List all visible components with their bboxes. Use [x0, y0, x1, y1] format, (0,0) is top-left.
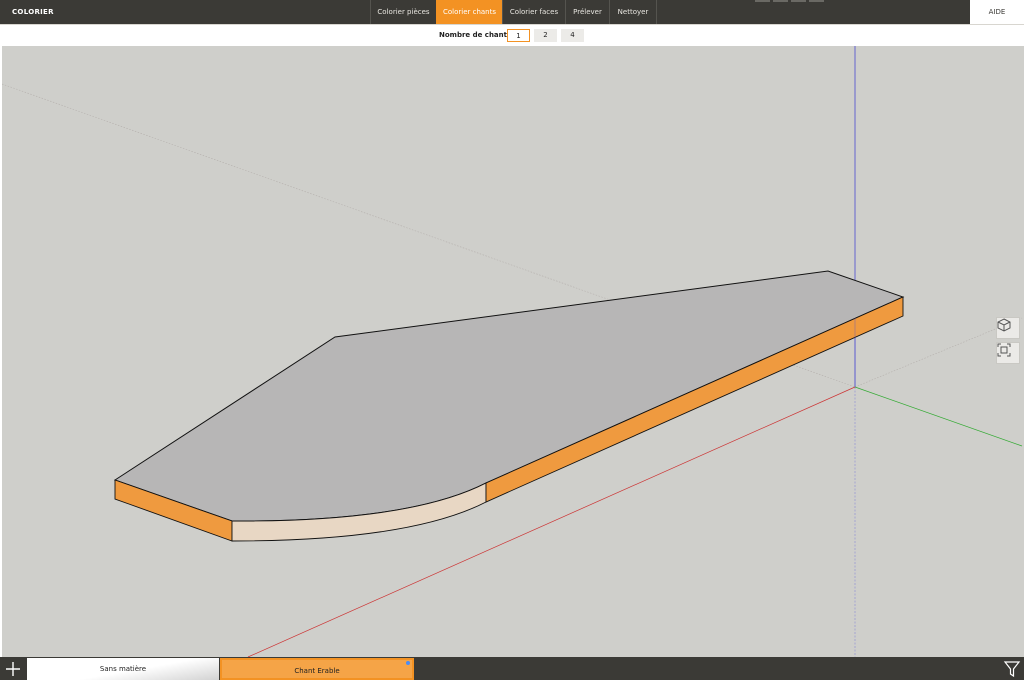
- window-controls: [755, 0, 824, 2]
- 3d-viewport[interactable]: [2, 46, 1024, 657]
- zoom-extents-button[interactable]: [996, 342, 1020, 364]
- material-swatch-sans-matiere[interactable]: Sans matière: [27, 658, 219, 680]
- tab-colorier-chants[interactable]: Colorier chants: [436, 0, 502, 24]
- app-title: COLORIER: [12, 8, 54, 16]
- material-label: Sans matière: [99, 665, 147, 673]
- selected-indicator: [406, 661, 410, 665]
- zoom-extents-icon: [997, 343, 1011, 357]
- edge-count-selector: Nombre de chants 1 2 4: [0, 25, 1024, 46]
- top-toolbar: COLORIER Colorier pièces Colorier chants…: [0, 0, 970, 24]
- tab-nettoyer[interactable]: Nettoyer: [609, 0, 657, 24]
- help-button[interactable]: AIDE: [970, 0, 1024, 24]
- edge-count-option-4[interactable]: 4: [561, 29, 584, 42]
- filter-icon[interactable]: [1003, 660, 1021, 678]
- axis-y-line: [854, 386, 1023, 447]
- tab-colorier-pieces[interactable]: Colorier pièces: [370, 0, 436, 24]
- tab-prelever[interactable]: Prélever: [565, 0, 609, 24]
- plus-icon[interactable]: [3, 659, 23, 679]
- edge-count-option-1[interactable]: 1: [507, 29, 530, 42]
- view-cube-icon: [997, 318, 1011, 332]
- material-swatch-chant-erable[interactable]: Chant Erable: [220, 658, 414, 680]
- mode-tabs: Colorier pièces Colorier chants Colorier…: [370, 0, 657, 24]
- material-bar: Sans matière Chant Erable: [0, 657, 1024, 680]
- material-label: Chant Erable: [294, 667, 340, 675]
- scene-canvas[interactable]: [2, 46, 1024, 657]
- edge-count-label: Nombre de chants: [439, 31, 512, 39]
- view-cube-button[interactable]: [996, 317, 1020, 339]
- edge-count-option-2[interactable]: 2: [534, 29, 557, 42]
- tab-colorier-faces[interactable]: Colorier faces: [502, 0, 565, 24]
